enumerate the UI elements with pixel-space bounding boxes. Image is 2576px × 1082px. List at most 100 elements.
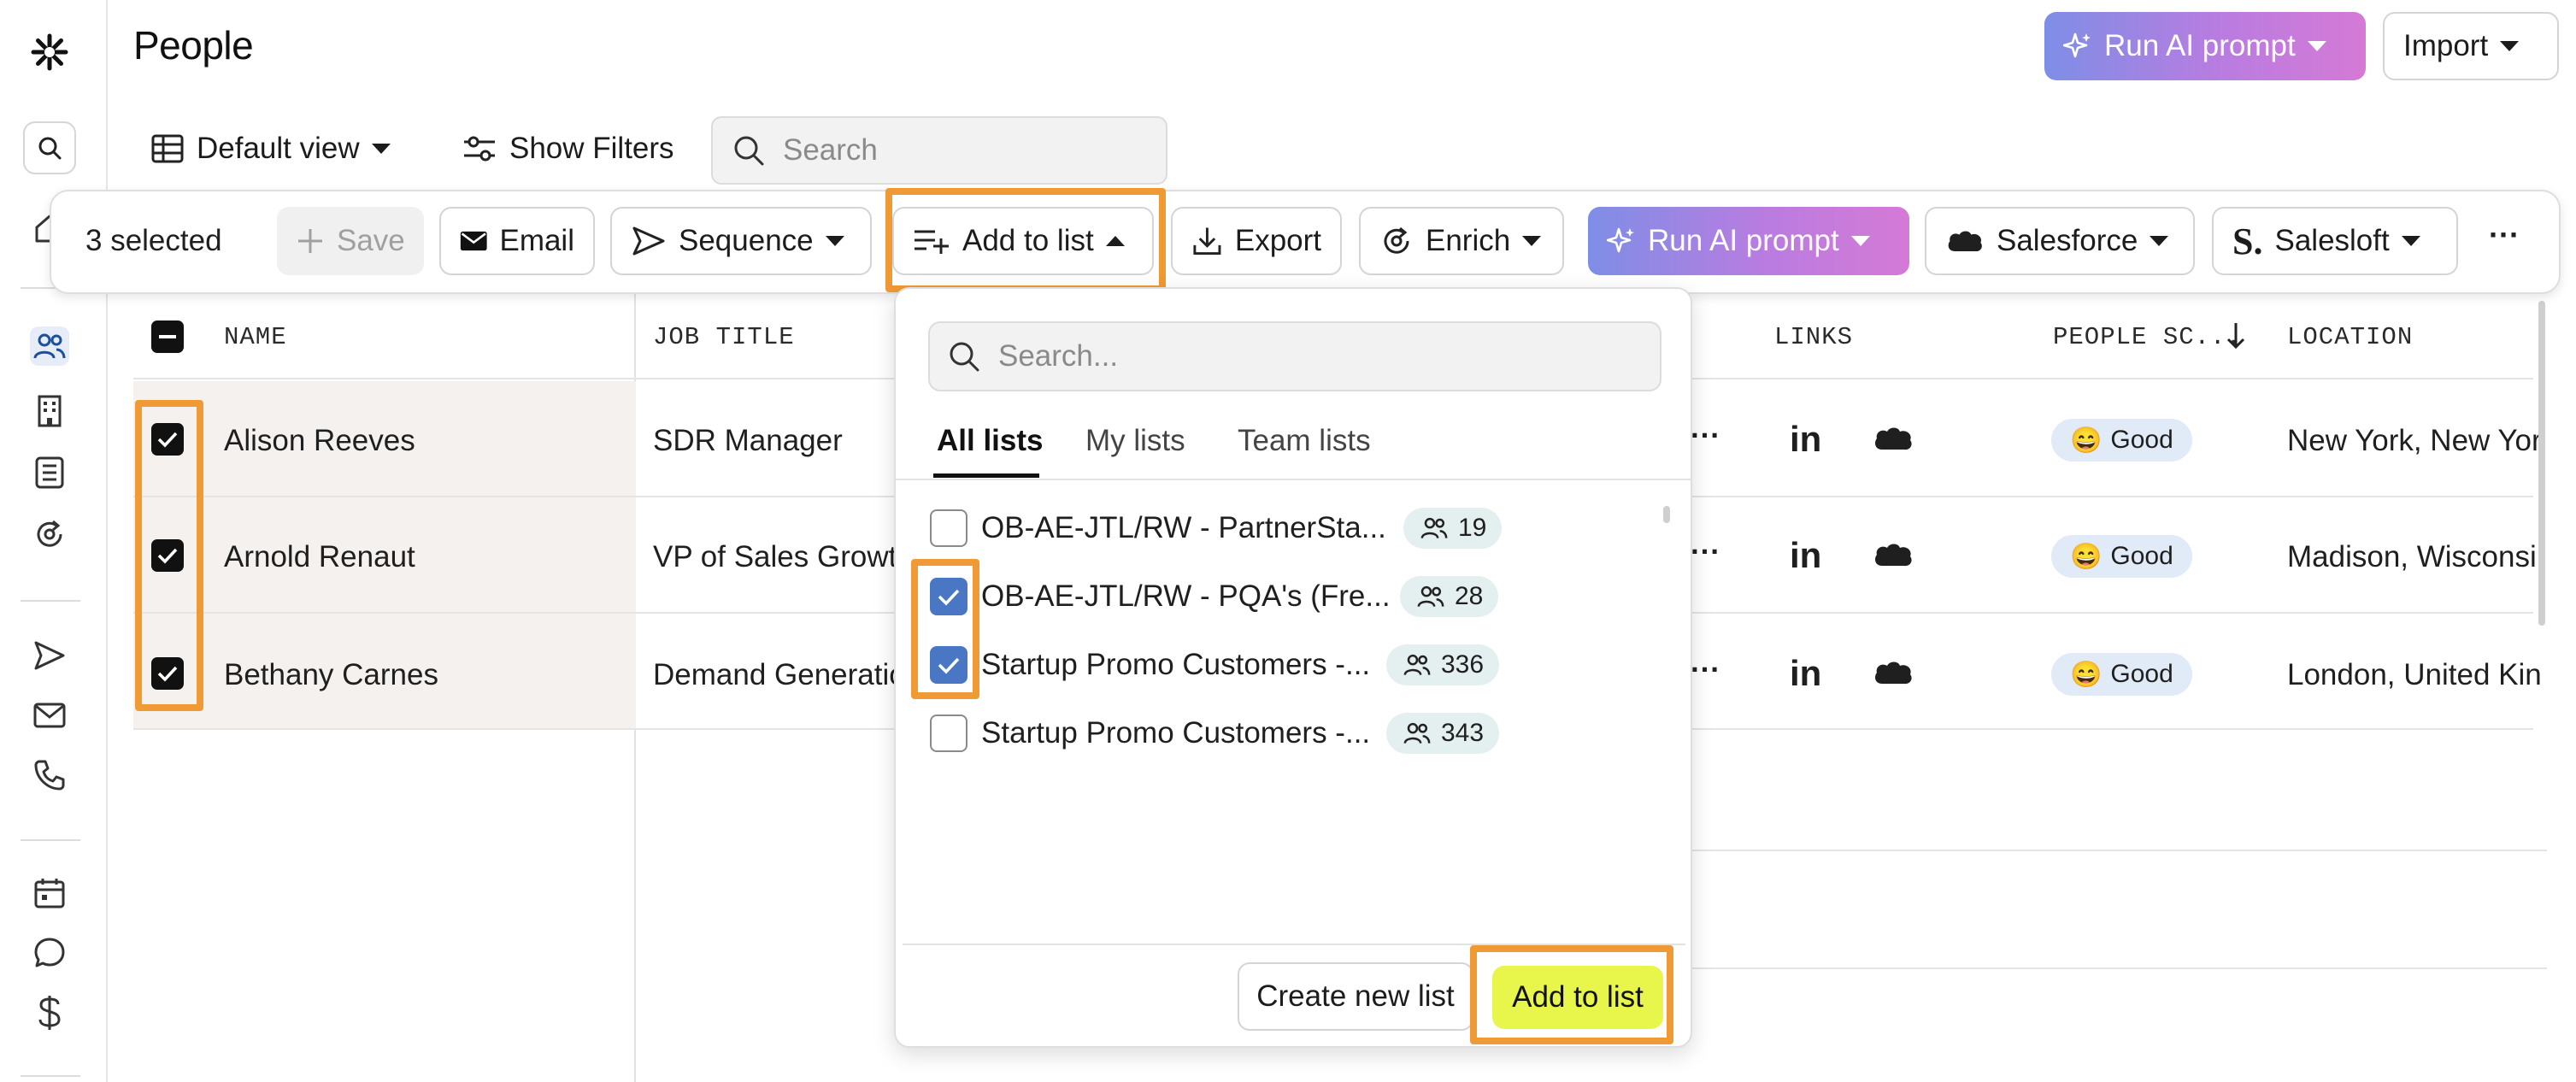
list-count-badge: 336 [1386,644,1500,685]
add-to-list-confirm-label: Add to list [1512,980,1644,1014]
page-title: People [133,23,254,68]
list-scrollbar[interactable] [1663,506,1670,523]
meetings-calendar-icon[interactable] [30,873,69,913]
lists-icon[interactable] [30,453,69,492]
list-count: 28 [1455,582,1484,610]
list-count-badge: 19 [1403,508,1503,549]
more-actions-button[interactable]: ··· [2489,217,2520,253]
person-name[interactable]: Bethany Carnes [224,658,438,692]
list-item[interactable]: Startup Promo Customers -... [981,716,1370,750]
salesforce-cloud-icon[interactable] [1872,540,1914,569]
add-to-list-label: Add to list [962,224,1094,257]
export-button[interactable]: Export [1171,207,1342,275]
person-name[interactable]: Alison Reeves [224,424,415,458]
search-placeholder: Search [783,133,878,167]
sequences-send-icon[interactable] [30,636,69,675]
list-count: 343 [1441,719,1485,747]
select-all-checkbox[interactable] [151,320,184,353]
save-label: Save [337,224,405,257]
show-filters-button[interactable]: Show Filters [462,132,674,166]
people-icon [1420,517,1448,539]
people-icon [1403,654,1431,676]
list-search-input[interactable]: Search... [928,321,1661,391]
tab-team-lists[interactable]: Team lists [1238,424,1371,458]
filters-icon [464,136,495,162]
enrich-button[interactable]: Enrich [1359,207,1564,275]
search-icon[interactable] [23,121,76,174]
people-icon [1403,722,1431,744]
phone-icon[interactable] [30,756,69,795]
row-checkbox[interactable] [151,539,184,572]
column-header-job-title[interactable]: JOB TITLE [653,323,795,351]
row-checkbox[interactable] [151,657,184,690]
add-to-list-confirm-button[interactable]: Add to list [1492,966,1663,1029]
salesloft-button[interactable]: S. Salesloft [2212,207,2458,275]
sequence-label: Sequence [679,224,814,257]
search-input[interactable]: Search [711,116,1167,185]
row-more-options[interactable]: ··· [1691,535,1720,569]
linkedin-icon[interactable]: in [1790,653,1821,694]
tab-all-lists[interactable]: All lists [937,424,1043,458]
job-title: SDR Manager [653,424,843,457]
location: Madison, Wisconsi [2287,540,2537,573]
column-header-people-score[interactable]: PEOPLE SC... [2053,323,2242,351]
salesforce-cloud-icon[interactable] [1872,658,1914,687]
person-name[interactable]: Arnold Renaut [224,540,415,574]
search-icon [734,136,764,166]
list-item[interactable]: OB-AE-JTL/RW - PartnerSta... [981,511,1386,545]
list-item-checkbox[interactable] [930,714,967,752]
linkedin-icon[interactable]: in [1790,535,1821,576]
run-ai-prompt-button[interactable]: Run AI prompt [2044,12,2366,80]
selected-count: 3 selected [85,224,222,257]
sparkle-icon [1607,227,1634,253]
save-button[interactable]: Save [277,207,424,275]
column-header-location[interactable]: LOCATION [2287,323,2413,351]
chevron-down-icon [1522,236,1542,246]
job-title: VP of Sales Growt [653,540,897,573]
sort-descending-icon[interactable] [2226,321,2246,350]
import-button[interactable]: Import [2383,12,2559,80]
list-item-checkbox-checked[interactable] [930,646,967,684]
sequence-button[interactable]: Sequence [610,207,872,275]
status-badge: 😄 Good [2051,535,2192,578]
plus-icon [298,229,322,253]
linkedin-icon[interactable]: in [1790,419,1821,460]
row-more-options[interactable]: ··· [1691,653,1720,687]
sparkle-icon [2063,32,2091,58]
view-selector[interactable]: Default view [150,132,391,166]
people-icon[interactable] [30,326,69,366]
list-item[interactable]: OB-AE-JTL/RW - PQA's (Fre... [981,579,1391,614]
deals-dollar-icon[interactable] [30,993,69,1032]
chevron-down-icon [2500,41,2520,51]
table-scrollbar[interactable] [2538,301,2545,626]
salesloft-logo-icon: S. [2232,220,2263,262]
run-ai-prompt-label: Run AI prompt [1648,224,1839,257]
row-checkbox[interactable] [151,423,184,456]
list-item[interactable]: Startup Promo Customers -... [981,648,1370,682]
salesforce-cloud-icon[interactable] [1872,424,1914,453]
salesloft-label: Salesloft [2274,224,2390,257]
conversations-chat-icon[interactable] [30,933,69,973]
run-ai-prompt-label: Run AI prompt [2104,29,2296,62]
create-new-list-button[interactable]: Create new list [1238,962,1473,1031]
add-to-list-dropdown: Search... All lists My lists Team lists … [894,287,1692,1048]
enrich-icon[interactable] [30,515,69,554]
list-item-checkbox[interactable] [930,509,967,547]
import-label: Import [2403,29,2489,62]
row-more-options[interactable]: ··· [1691,419,1720,453]
list-count-badge: 343 [1386,713,1500,754]
email-button[interactable]: Email [439,207,595,275]
salesforce-button[interactable]: Salesforce [1925,207,2195,275]
list-item-checkbox-checked[interactable] [930,578,967,615]
view-label: Default view [197,132,360,165]
apollo-logo-icon[interactable] [30,32,69,72]
tab-my-lists[interactable]: My lists [1085,424,1185,458]
score-label: Good [2110,426,2173,454]
run-ai-prompt-bulk-button[interactable]: Run AI prompt [1588,207,1909,275]
export-label: Export [1234,224,1321,257]
email-icon[interactable] [30,696,69,735]
companies-icon[interactable] [30,391,69,431]
column-header-links[interactable]: LINKS [1774,323,1853,351]
add-to-list-button[interactable]: Add to list [892,207,1154,275]
column-header-name[interactable]: NAME [224,323,287,351]
